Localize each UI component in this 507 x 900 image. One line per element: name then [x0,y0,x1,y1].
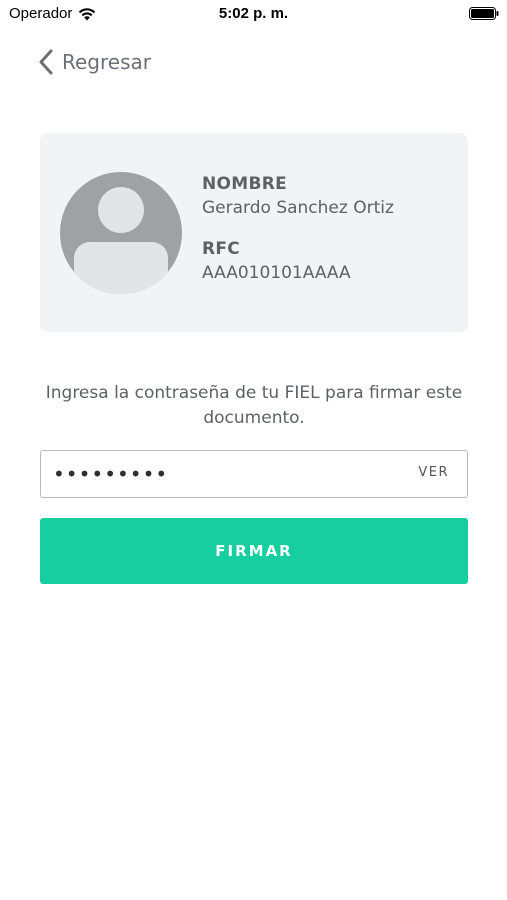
status-bar: Operador 5:02 p. m. [0,0,507,28]
avatar-body [74,242,168,294]
chevron-left-icon [39,49,53,75]
avatar-head [98,187,144,233]
profile-info: NOMBRE Gerardo Sanchez Ortiz RFC AAA0101… [202,174,394,283]
avatar-placeholder-icon [60,172,182,294]
instructions-text: Ingresa la contraseña de tu FIEL para fi… [45,383,463,428]
name-label: NOMBRE [202,174,288,194]
back-label: Regresar [62,50,151,74]
sign-button[interactable]: FIRMAR [40,518,468,584]
show-password-button[interactable]: VER [418,465,449,480]
clock: 5:02 p. m. [218,5,289,22]
password-value[interactable]: ••••••••• [53,462,168,486]
battery-icon [469,7,499,20]
rfc-label: RFC [202,239,241,259]
profile-card: NOMBRE Gerardo Sanchez Ortiz RFC AAA0101… [40,133,468,332]
back-button[interactable]: Regresar [38,46,151,78]
rfc-value: AAA010101AAAA [202,263,351,283]
name-value: Gerardo Sanchez Ortiz [202,198,394,218]
password-field[interactable]: ••••••••• VER [40,450,468,498]
